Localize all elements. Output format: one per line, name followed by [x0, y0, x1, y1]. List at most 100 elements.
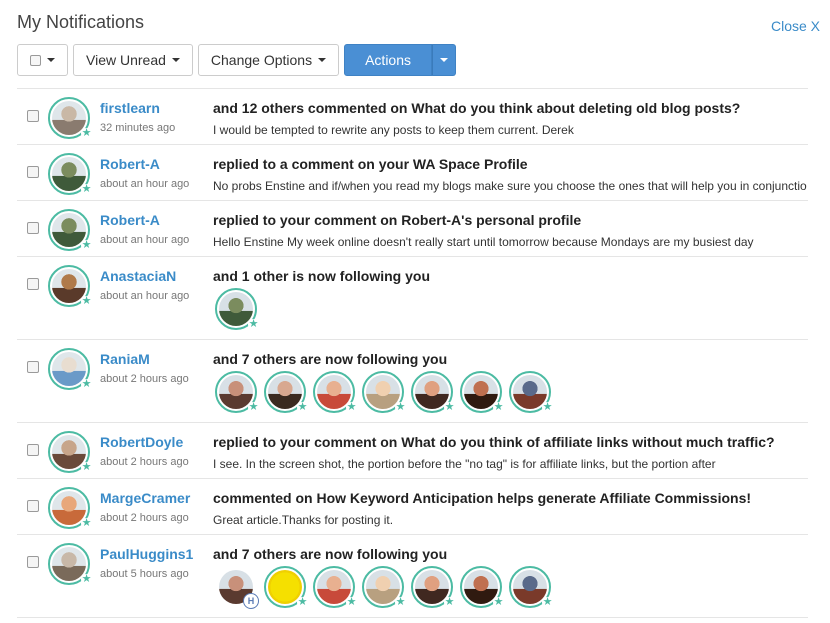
follower-avatar[interactable]: H — [215, 566, 259, 609]
toolbar: View Unread Change Options Actions — [17, 44, 457, 76]
notification-row[interactable]: ★ RobertDoyle about 2 hours ago replied … — [17, 423, 808, 479]
row-checkbox[interactable] — [27, 222, 39, 234]
view-unread-label: View Unread — [86, 52, 166, 68]
username-link[interactable]: Robert-A — [100, 156, 160, 172]
follower-avatar[interactable]: ★ — [362, 566, 406, 608]
row-checkbox[interactable] — [27, 556, 39, 568]
select-all-checkbox[interactable] — [30, 54, 41, 66]
username-link[interactable]: AnastaciaN — [100, 268, 176, 284]
notification-headline[interactable]: commented on How Keyword Anticipation he… — [213, 490, 751, 506]
follower-avatar[interactable]: ★ — [215, 288, 259, 330]
select-all-dropdown[interactable] — [17, 44, 68, 76]
notification-row[interactable]: ★ RaniaM about 2 hours ago and 7 others … — [17, 340, 808, 423]
timestamp: about 5 hours ago — [100, 568, 189, 580]
close-link[interactable]: Close X — [771, 18, 820, 34]
avatar[interactable]: ★ — [48, 97, 92, 139]
star-icon: ★ — [248, 401, 259, 413]
notification-excerpt: Great article.Thanks for posting it. — [213, 513, 394, 527]
follower-avatar[interactable]: ★ — [460, 566, 504, 608]
star-icon: ★ — [81, 127, 92, 139]
notification-headline[interactable]: and 12 others commented on What do you t… — [213, 100, 740, 116]
row-checkbox[interactable] — [27, 166, 39, 178]
star-icon: ★ — [297, 401, 308, 413]
timestamp: about an hour ago — [100, 178, 190, 190]
row-checkbox[interactable] — [27, 110, 39, 122]
avatar[interactable]: ★ — [48, 487, 92, 529]
follower-avatar[interactable]: ★ — [264, 566, 308, 608]
notification-excerpt: I would be tempted to rewrite any posts … — [213, 123, 574, 137]
follower-avatar[interactable]: ★ — [264, 371, 308, 413]
notification-headline[interactable]: and 7 others are now following you — [213, 351, 447, 367]
change-options-label: Change Options — [210, 52, 313, 68]
avatar[interactable]: ★ — [48, 153, 92, 195]
star-icon: ★ — [493, 596, 504, 608]
star-icon: ★ — [346, 401, 357, 413]
avatar[interactable]: ★ — [48, 348, 92, 390]
username-link[interactable]: PaulHuggins1 — [100, 546, 193, 562]
follower-avatar[interactable]: ★ — [509, 371, 553, 413]
notification-row[interactable]: ★ MargeCramer about 2 hours ago commente… — [17, 479, 808, 535]
star-icon: ★ — [81, 517, 92, 529]
notification-headline[interactable]: replied to your comment on Robert-A's pe… — [213, 212, 581, 228]
star-icon: ★ — [248, 318, 259, 330]
row-checkbox[interactable] — [27, 278, 39, 290]
notification-headline[interactable]: replied to your comment on What do you t… — [213, 434, 775, 450]
follower-avatar[interactable]: ★ — [362, 371, 406, 413]
notification-row[interactable]: ★ Robert-A about an hour ago replied to … — [17, 145, 808, 201]
notification-row[interactable]: ★ Robert-A about an hour ago replied to … — [17, 201, 808, 257]
username-link[interactable]: Robert-A — [100, 212, 160, 228]
notification-row[interactable]: ★ AnastaciaN about an hour ago and 1 oth… — [17, 257, 808, 340]
star-icon: ★ — [346, 596, 357, 608]
actions-group: Actions — [344, 44, 457, 76]
notification-row[interactable]: ★ PaulHuggins1 about 5 hours ago and 7 o… — [17, 535, 808, 618]
username-link[interactable]: RobertDoyle — [100, 434, 183, 450]
avatar[interactable]: ★ — [48, 265, 92, 307]
star-icon: ★ — [81, 183, 92, 195]
row-checkbox[interactable] — [27, 361, 39, 373]
star-icon: ★ — [81, 295, 92, 307]
follower-avatar[interactable]: ★ — [313, 566, 357, 608]
notification-headline[interactable]: replied to a comment on your WA Space Pr… — [213, 156, 528, 172]
follower-avatars: ★ ★ ★ ★ ★ ★ ★ — [215, 371, 553, 413]
actions-button[interactable]: Actions — [344, 44, 433, 76]
follower-avatar[interactable]: ★ — [215, 371, 259, 413]
star-icon: ★ — [81, 239, 92, 251]
star-icon: ★ — [81, 378, 92, 390]
notification-excerpt: No probs Enstine and if/when you read my… — [213, 179, 807, 193]
notification-headline[interactable]: and 1 other is now following you — [213, 268, 430, 284]
follower-avatar[interactable]: ★ — [313, 371, 357, 413]
row-checkbox[interactable] — [27, 444, 39, 456]
chevron-down-icon — [171, 58, 180, 62]
timestamp: about 2 hours ago — [100, 512, 189, 524]
avatar[interactable]: ★ — [48, 543, 92, 585]
h-badge-icon: H — [243, 593, 259, 609]
notification-excerpt: I see. In the screen shot, the portion b… — [213, 457, 716, 471]
star-icon: ★ — [395, 596, 406, 608]
chevron-down-icon — [318, 58, 327, 62]
star-icon: ★ — [81, 461, 92, 473]
star-icon: ★ — [542, 596, 553, 608]
timestamp: about 2 hours ago — [100, 373, 189, 385]
username-link[interactable]: firstlearn — [100, 100, 160, 116]
change-options-button[interactable]: Change Options — [197, 44, 340, 76]
timestamp: about an hour ago — [100, 290, 190, 302]
view-unread-button[interactable]: View Unread — [73, 44, 193, 76]
follower-avatar[interactable]: ★ — [460, 371, 504, 413]
actions-dropdown-toggle[interactable] — [432, 44, 457, 76]
follower-avatar[interactable]: ★ — [411, 371, 455, 413]
star-icon: ★ — [493, 401, 504, 413]
notification-row[interactable]: ★ firstlearn 32 minutes ago and 12 other… — [17, 89, 808, 145]
follower-avatars: H ★ ★ ★ ★ ★ ★ — [215, 566, 553, 609]
follower-avatar[interactable]: ★ — [411, 566, 455, 608]
row-checkbox[interactable] — [27, 500, 39, 512]
username-link[interactable]: MargeCramer — [100, 490, 190, 506]
username-link[interactable]: RaniaM — [100, 351, 150, 367]
notification-headline[interactable]: and 7 others are now following you — [213, 546, 447, 562]
avatar[interactable]: ★ — [48, 209, 92, 251]
page-title: My Notifications — [17, 12, 145, 32]
star-icon: ★ — [81, 573, 92, 585]
avatar[interactable]: ★ — [48, 431, 92, 473]
chevron-down-icon — [47, 58, 55, 62]
follower-avatar[interactable]: ★ — [509, 566, 553, 608]
star-icon: ★ — [444, 401, 455, 413]
